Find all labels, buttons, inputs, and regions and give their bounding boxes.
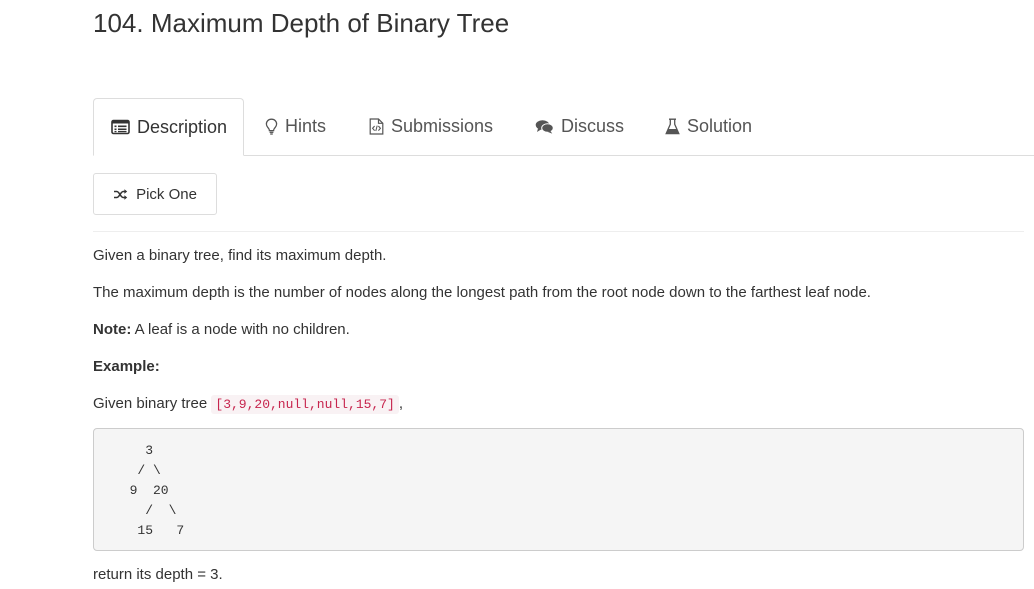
flask-icon <box>665 118 680 135</box>
tab-discuss[interactable]: Discuss <box>535 98 624 155</box>
tab-solution[interactable]: Solution <box>665 98 752 155</box>
pick-one-label: Pick One <box>136 185 197 203</box>
intro-text: Given a binary tree, find its maximum de… <box>93 247 387 264</box>
tree-line: / \ <box>114 463 161 478</box>
tree-line: 3 <box>114 443 154 458</box>
page-title: 104. Maximum Depth of Binary Tree <box>93 8 510 38</box>
code-file-icon <box>369 118 384 135</box>
example-paragraph: Example: <box>93 358 160 375</box>
tab-description[interactable]: Description <box>93 98 244 156</box>
given-tree-paragraph: Given binary tree [3,9,20,null,null,15,7… <box>93 395 403 414</box>
definition-text: The maximum depth is the number of nodes… <box>93 284 871 301</box>
problem-tabs: Description Hints Submissions Discuss So… <box>93 98 1034 156</box>
note-text: A leaf is a node with no children. <box>131 321 350 338</box>
tree-line: 9 20 <box>114 483 169 498</box>
tab-discuss-label: Discuss <box>561 116 625 136</box>
tree-line: 15 7 <box>114 523 185 538</box>
content-divider <box>93 231 1024 232</box>
return-text: return its depth = 3. <box>93 566 223 583</box>
tab-solution-label: Solution <box>687 116 753 136</box>
tab-hints-label: Hints <box>285 116 327 136</box>
comments-icon <box>535 119 554 134</box>
note-paragraph: Note: A leaf is a node with no children. <box>93 321 350 338</box>
description-icon <box>111 119 130 135</box>
shuffle-icon <box>113 188 128 201</box>
tab-submissions-label: Submissions <box>391 116 494 136</box>
example-label: Example: <box>93 358 160 375</box>
pick-one-button[interactable]: Pick One <box>93 173 217 215</box>
tab-hints[interactable]: Hints <box>265 98 326 155</box>
given-prefix: Given binary tree <box>93 395 212 412</box>
note-label: Note: <box>93 321 132 338</box>
tree-array-code: [3,9,20,null,null,15,7] <box>211 395 399 414</box>
given-suffix: , <box>398 395 403 412</box>
lightbulb-icon <box>265 118 278 135</box>
tab-description-label: Description <box>137 116 228 137</box>
example-tree-block: 3 / \ 9 20 / \ 15 7 <box>93 428 1024 551</box>
tab-submissions[interactable]: Submissions <box>369 98 493 155</box>
tree-line: / \ <box>114 503 177 518</box>
